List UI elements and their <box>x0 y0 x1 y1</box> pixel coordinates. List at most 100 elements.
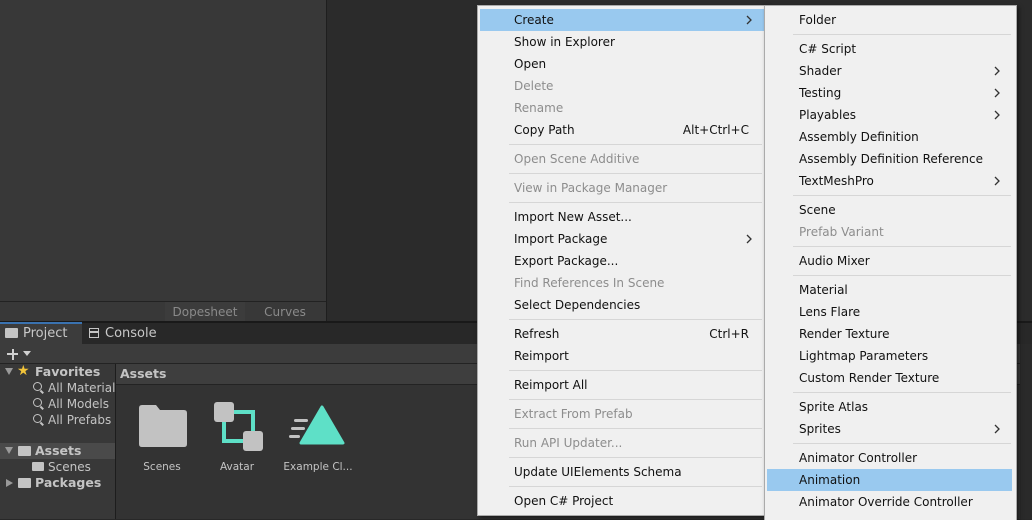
tree-item-label: Scenes <box>48 460 91 474</box>
panel-divider[interactable] <box>326 0 327 322</box>
menu-item-label: Sprites <box>799 422 841 436</box>
menu-item-label: Select Dependencies <box>514 298 641 312</box>
menu-item-lens-flare[interactable]: Lens Flare <box>767 301 1012 323</box>
tree-all-models[interactable]: All Models <box>0 396 115 412</box>
menu-item-sprite-atlas[interactable]: Sprite Atlas <box>767 396 1012 418</box>
breadcrumb-assets[interactable]: Assets <box>120 366 166 381</box>
tab-dopesheet[interactable]: Dopesheet <box>165 302 245 322</box>
menu-item-import-package[interactable]: Import Package <box>480 228 764 250</box>
chevron-right-icon <box>746 15 752 25</box>
menu-item-extract-from-prefab: Extract From Prefab <box>480 403 764 425</box>
menu-separator <box>793 275 1011 276</box>
folder-icon <box>5 328 18 338</box>
tree-packages[interactable]: Packages <box>0 475 115 491</box>
tree-all-materials[interactable]: All Materials <box>0 380 122 396</box>
menu-separator <box>509 486 762 487</box>
menu-item-label: Rename <box>514 101 564 115</box>
menu-item-playables[interactable]: Playables <box>767 104 1012 126</box>
asset-tile-avatar[interactable]: Avatar <box>192 398 282 478</box>
menu-item-assembly-definition-reference[interactable]: Assembly Definition Reference <box>767 148 1012 170</box>
menu-item-import-new-asset[interactable]: Import New Asset... <box>480 206 764 228</box>
tree-item-label: All Prefabs <box>48 413 112 427</box>
tree-packages-label: Packages <box>35 475 102 490</box>
shortcut-label: Ctrl+R <box>709 327 749 341</box>
chevron-right-icon <box>746 234 752 244</box>
tree-scenes[interactable]: Scenes <box>0 459 115 475</box>
scrollbar[interactable] <box>1020 344 1032 519</box>
menu-item-sprites[interactable]: Sprites <box>767 418 1012 440</box>
menu-item-label: View in Package Manager <box>514 181 668 195</box>
menu-item-testing[interactable]: Testing <box>767 82 1012 104</box>
tab-console[interactable]: Console <box>84 324 164 344</box>
menu-item-open[interactable]: Open <box>480 53 764 75</box>
asset-tile-example-clip[interactable]: Example Cl... <box>273 398 363 478</box>
menu-separator <box>509 202 762 203</box>
star-icon: ★ <box>17 363 30 379</box>
menu-item-lightmap-parameters[interactable]: Lightmap Parameters <box>767 345 1012 367</box>
menu-item-create[interactable]: Create <box>480 9 764 31</box>
collapsed-arrow-icon[interactable] <box>6 479 13 487</box>
menu-item-label: Run API Updater... <box>514 436 623 450</box>
menu-item-animator-override-controller[interactable]: Animator Override Controller <box>767 491 1012 513</box>
menu-separator <box>509 370 762 371</box>
menu-item-label: Animation <box>799 473 861 487</box>
menu-item-assembly-definition[interactable]: Assembly Definition <box>767 126 1012 148</box>
tab-project-label: Project <box>23 326 68 341</box>
menu-item-label: Testing <box>799 86 842 100</box>
tree-favorites-label: Favorites <box>35 364 101 379</box>
menu-item-reimport-all[interactable]: Reimport All <box>480 374 764 396</box>
chevron-right-icon <box>994 88 1000 98</box>
menu-item-reimport[interactable]: Reimport <box>480 345 764 367</box>
menu-item-animation[interactable]: Animation <box>767 469 1012 491</box>
menu-item-open-scene-additive: Open Scene Additive <box>480 148 764 170</box>
tab-project[interactable]: Project <box>0 322 82 344</box>
menu-item-export-package[interactable]: Export Package... <box>480 250 764 272</box>
expand-arrow-icon[interactable] <box>5 447 13 454</box>
chevron-down-icon <box>23 351 31 356</box>
menu-item-update-uielements-schema[interactable]: Update UIElements Schema <box>480 461 764 483</box>
add-button[interactable] <box>5 344 33 363</box>
expand-arrow-icon[interactable] <box>5 368 13 375</box>
menu-item-label: Sprite Atlas <box>799 400 869 414</box>
menu-item-label: Animator Override Controller <box>799 495 973 509</box>
chevron-right-icon <box>994 176 1000 186</box>
menu-item-open-c-project[interactable]: Open C# Project <box>480 490 764 512</box>
menu-item-label: C# Script <box>799 42 857 56</box>
menu-item-label: Render Texture <box>799 327 890 341</box>
menu-item-label: Assembly Definition <box>799 130 919 144</box>
menu-item-label: Material <box>799 283 848 297</box>
menu-separator <box>509 428 762 429</box>
menu-item-label: Find References In Scene <box>514 276 665 290</box>
folder-icon <box>18 446 31 456</box>
menu-item-material[interactable]: Material <box>767 279 1012 301</box>
menu-item-render-texture[interactable]: Render Texture <box>767 323 1012 345</box>
menu-item-animator-controller[interactable]: Animator Controller <box>767 447 1012 469</box>
context-menu: Create Show in Explorer Open Delete Rename Co… <box>477 5 767 516</box>
asset-label: Avatar <box>219 461 255 473</box>
menu-item-c-script[interactable]: C# Script <box>767 38 1012 60</box>
menu-item-audio-mixer[interactable]: Audio Mixer <box>767 250 1012 272</box>
menu-item-shader[interactable]: Shader <box>767 60 1012 82</box>
menu-item-copy-path[interactable]: Copy Path Alt+Ctrl+C <box>480 119 764 141</box>
chevron-right-icon <box>994 66 1000 76</box>
project-folder-tree: ★ Favorites All Materials All Models All… <box>0 363 122 519</box>
menu-item-refresh[interactable]: Refresh Ctrl+R <box>480 323 764 345</box>
menu-separator <box>509 144 762 145</box>
menu-item-label: Shader <box>799 64 842 78</box>
menu-separator <box>509 319 762 320</box>
menu-item-folder[interactable]: Folder <box>767 9 1012 31</box>
menu-item-textmeshpro[interactable]: TextMeshPro <box>767 170 1012 192</box>
menu-item-prefab-variant: Prefab Variant <box>767 221 1012 243</box>
tree-assets[interactable]: Assets <box>0 443 115 459</box>
tree-favorites[interactable]: ★ Favorites <box>0 363 115 380</box>
menu-item-label: Export Package... <box>514 254 619 268</box>
menu-item-custom-render-texture[interactable]: Custom Render Texture <box>767 367 1012 389</box>
tab-curves[interactable]: Curves <box>247 302 323 322</box>
menu-item-label: Folder <box>799 13 837 27</box>
menu-item-show-in-explorer[interactable]: Show in Explorer <box>480 31 764 53</box>
tree-all-prefabs[interactable]: All Prefabs <box>0 412 115 428</box>
menu-item-select-dependencies[interactable]: Select Dependencies <box>480 294 764 316</box>
menu-separator <box>793 246 1011 247</box>
menu-item-scene[interactable]: Scene <box>767 199 1012 221</box>
menu-item-label: Open Scene Additive <box>514 152 640 166</box>
